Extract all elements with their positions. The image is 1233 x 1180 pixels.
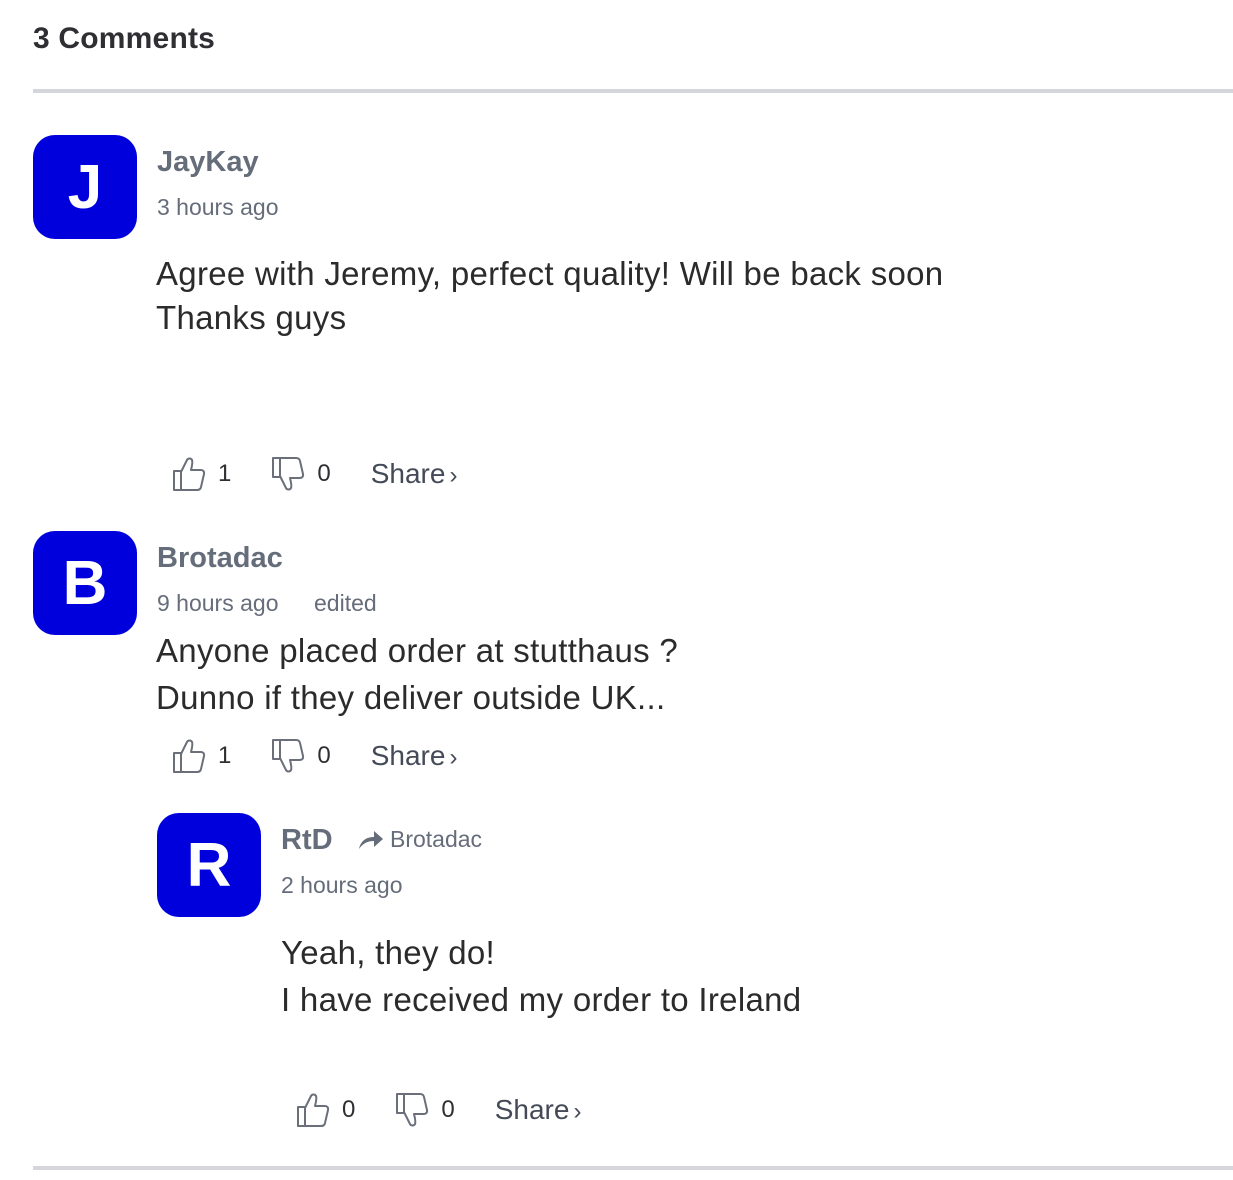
share-button[interactable]: Share › bbox=[495, 1094, 582, 1126]
comment-timestamp[interactable]: 2 hours ago bbox=[281, 872, 402, 899]
comment-count-title: 3 Comments bbox=[33, 22, 216, 55]
upvote-button[interactable]: 1 bbox=[172, 456, 231, 492]
downvote-count: 0 bbox=[441, 1096, 455, 1123]
comment-body: Anyone placed order at stutthaus ? Dunno… bbox=[156, 632, 679, 716]
comment-author[interactable]: Brotadac bbox=[157, 542, 283, 575]
upvote-count: 1 bbox=[218, 742, 232, 769]
upvote-button[interactable]: 1 bbox=[172, 738, 231, 774]
chevron-right-icon: › bbox=[449, 744, 458, 771]
edited-label: edited bbox=[314, 590, 377, 616]
thumbs-down-icon bbox=[396, 1093, 429, 1127]
thumbs-down-icon bbox=[272, 739, 305, 773]
avatar[interactable]: J bbox=[33, 135, 137, 239]
comment-actions: 0 0 Share › bbox=[296, 1092, 581, 1128]
comment-timestamp[interactable]: 9 hours ago bbox=[157, 590, 278, 617]
reply-arrow-icon bbox=[359, 830, 383, 849]
comment-body: Yeah, they do! I have received my order … bbox=[281, 934, 802, 1018]
upvote-button[interactable]: 0 bbox=[296, 1092, 355, 1128]
share-button[interactable]: Share › bbox=[371, 740, 458, 772]
upvote-count: 0 bbox=[342, 1096, 356, 1123]
thumbs-up-icon bbox=[173, 457, 206, 491]
comment-actions: 1 0 Share › bbox=[172, 456, 457, 492]
thumbs-up-icon bbox=[173, 739, 206, 773]
reply-to-author: Brotadac bbox=[390, 826, 483, 852]
avatar[interactable]: B bbox=[33, 531, 137, 635]
avatar[interactable]: R bbox=[157, 813, 261, 917]
comment-body: Agree with Jeremy, perfect quality! Will… bbox=[156, 255, 944, 336]
share-label: Share bbox=[370, 458, 446, 489]
upvote-count: 1 bbox=[218, 460, 232, 487]
share-label: Share bbox=[494, 1094, 570, 1125]
downvote-count: 0 bbox=[317, 460, 331, 487]
chevron-right-icon: › bbox=[449, 462, 458, 489]
reply-to-link[interactable]: Brotadac bbox=[358, 826, 482, 853]
bottom-divider bbox=[33, 1166, 1233, 1170]
thumbs-down-icon bbox=[272, 457, 305, 491]
comment-actions: 1 0 Share › bbox=[172, 738, 457, 774]
share-label: Share bbox=[370, 740, 446, 771]
downvote-count: 0 bbox=[317, 742, 331, 769]
comment-author[interactable]: RtD bbox=[281, 824, 333, 857]
comment-timestamp[interactable]: 3 hours ago bbox=[157, 194, 278, 221]
chevron-right-icon: › bbox=[573, 1098, 582, 1125]
downvote-button[interactable]: 0 bbox=[271, 738, 331, 774]
thumbs-up-icon bbox=[297, 1093, 330, 1127]
comment-author[interactable]: JayKay bbox=[157, 146, 259, 179]
top-divider bbox=[33, 89, 1233, 93]
share-button[interactable]: Share › bbox=[371, 458, 458, 490]
downvote-button[interactable]: 0 bbox=[271, 456, 331, 492]
downvote-button[interactable]: 0 bbox=[395, 1092, 455, 1128]
